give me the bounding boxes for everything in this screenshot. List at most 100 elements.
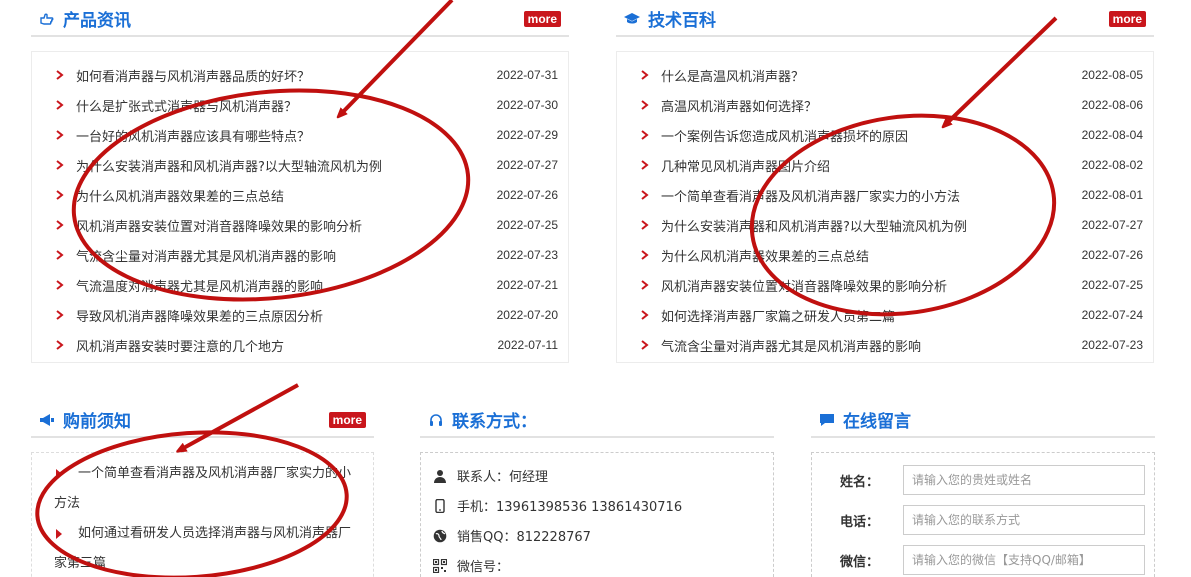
list-item[interactable]: 为什么安装消声器和风机消声器?以大型轴流风机为例 2022-07-27 — [617, 215, 1153, 235]
list-item-date: 2022-08-06 — [1081, 98, 1143, 112]
contact-qq[interactable]: 销售QQ：812228767 — [457, 526, 591, 545]
list-item-date: 2022-07-26 — [1081, 248, 1143, 262]
triangle-right-icon — [56, 469, 62, 479]
notice-item-text: 如何通过看研发人员选择消声器与风机消声器厂家第三篇 — [54, 526, 352, 571]
message-title-text: 在线留言 — [843, 412, 911, 432]
list-item[interactable]: 气流温度对消声器尤其是风机消声器的影响 2022-07-21 — [32, 275, 568, 295]
contact-title: 联系方式： — [428, 407, 537, 432]
list-item[interactable]: 一台好的风机消声器应该具有哪些特点？ 2022-07-29 — [32, 125, 568, 145]
list-item-title: 如何选择消声器厂家篇之研发人员第二篇 — [661, 309, 896, 325]
chevron-right-icon — [56, 100, 64, 110]
chevron-right-icon — [641, 310, 649, 320]
wechat-label: 微信： — [840, 555, 880, 570]
list-item-date: 2022-07-27 — [1081, 218, 1143, 232]
message-header: 在线留言 — [811, 401, 1155, 438]
list-item[interactable]: 风机消声器安装时要注意的几个地方 2022-07-11 — [32, 335, 568, 355]
contact-title-text: 联系方式： — [452, 412, 537, 432]
purchase-notice-more-button[interactable]: more — [328, 412, 366, 428]
chevron-right-icon — [56, 340, 64, 350]
list-item-title: 气流含尘量对消声器尤其是风机消声器的影响 — [661, 339, 922, 355]
chevron-right-icon — [56, 130, 64, 140]
notice-item[interactable]: 一个简单查看消声器及风机消声器厂家实力的小方法 — [54, 459, 363, 519]
globe-icon — [433, 529, 447, 542]
chevron-right-icon — [641, 340, 649, 350]
list-item-date: 2022-07-29 — [496, 128, 558, 142]
chevron-right-icon — [641, 70, 649, 80]
list-item-title: 什么是扩张式式消声器与风机消声器？ — [76, 99, 298, 115]
product-news-more-button[interactable]: more — [523, 11, 561, 27]
list-item[interactable]: 如何看消声器与风机消声器品质的好坏？ 2022-07-31 — [32, 65, 568, 85]
list-item-title: 如何看消声器与风机消声器品质的好坏？ — [76, 69, 311, 85]
wechat-input[interactable] — [903, 545, 1145, 575]
purchase-notice-title: 购前须知 — [39, 407, 131, 432]
phone-input[interactable] — [903, 505, 1145, 535]
list-item[interactable]: 如何选择消声器厂家篇之研发人员第二篇 2022-07-24 — [617, 305, 1153, 325]
list-item[interactable]: 为什么风机消声器效果差的三点总结 2022-07-26 — [32, 185, 568, 205]
contact-wechat: 微信号： — [457, 560, 510, 575]
notice-item[interactable]: 如何通过看研发人员选择消声器与风机消声器厂家第三篇 — [54, 519, 363, 577]
list-item[interactable]: 气流含尘量对消声器尤其是风机消声器的影响 2022-07-23 — [617, 335, 1153, 355]
list-item-title: 什么是高温风机消声器？ — [661, 69, 805, 85]
list-item[interactable]: 一个案例告诉您造成风机消声器损坏的原因 2022-08-04 — [617, 125, 1153, 145]
list-item[interactable]: 几种常见风机消声器图片介绍 2022-08-02 — [617, 155, 1153, 175]
list-item[interactable]: 导致风机消声器降噪效果差的三点原因分析 2022-07-20 — [32, 305, 568, 325]
chevron-right-icon — [56, 310, 64, 320]
list-item-date: 2022-07-24 — [1081, 308, 1143, 322]
list-item-title: 为什么风机消声器效果差的三点总结 — [76, 189, 285, 205]
chevron-right-icon — [56, 160, 64, 170]
chevron-right-icon — [56, 70, 64, 80]
chevron-right-icon — [641, 220, 649, 230]
list-item-date: 2022-08-04 — [1081, 128, 1143, 142]
list-item-date: 2022-07-25 — [496, 218, 558, 232]
list-item-title: 导致风机消声器降噪效果差的三点原因分析 — [76, 309, 324, 325]
purchase-notice-panel: 购前须知 more — [31, 401, 374, 438]
tech-wiki-more-button[interactable]: more — [1108, 11, 1146, 27]
comment-icon — [820, 413, 834, 426]
list-item-title: 为什么安装消声器和风机消声器?以大型轴流风机为例 — [661, 219, 967, 235]
purchase-notice-list-box: 一个简单查看消声器及风机消声器厂家实力的小方法 如何通过看研发人员选择消声器与风… — [31, 452, 374, 577]
name-label: 姓名： — [840, 475, 880, 490]
list-item[interactable]: 什么是高温风机消声器？ 2022-08-05 — [617, 65, 1153, 85]
tech-wiki-panel: 技术百科 more — [616, 0, 1154, 37]
list-item[interactable]: 高温风机消声器如何选择？ 2022-08-06 — [617, 95, 1153, 115]
contact-person: 联系人：何经理 — [457, 470, 549, 485]
list-item-date: 2022-07-11 — [497, 338, 559, 352]
phone-label: 电话： — [840, 515, 880, 530]
contact-wechat-row: 微信号： — [433, 556, 509, 575]
list-item-title: 风机消声器安装位置对消音器降噪效果的影响分析 — [76, 219, 363, 235]
list-item-date: 2022-07-21 — [496, 278, 558, 292]
message-form: 姓名： 电话： 微信： — [811, 452, 1155, 577]
contact-qq-row: 销售QQ：812228767 — [433, 526, 591, 545]
list-item-date: 2022-08-05 — [1081, 68, 1143, 82]
chevron-right-icon — [56, 220, 64, 230]
name-input[interactable] — [903, 465, 1145, 495]
list-item[interactable]: 为什么风机消声器效果差的三点总结 2022-07-26 — [617, 245, 1153, 265]
list-item[interactable]: 什么是扩张式式消声器与风机消声器？ 2022-07-30 — [32, 95, 568, 115]
list-item[interactable]: 风机消声器安装位置对消音器降噪效果的影响分析 2022-07-25 — [617, 275, 1153, 295]
purchase-notice-title-text: 购前须知 — [63, 412, 131, 432]
list-item-date: 2022-07-23 — [1081, 338, 1143, 352]
chevron-right-icon — [56, 190, 64, 200]
contact-person-row: 联系人：何经理 — [433, 466, 548, 485]
list-item-date: 2022-07-23 — [496, 248, 558, 262]
list-item[interactable]: 为什么安装消声器和风机消声器?以大型轴流风机为例 2022-07-27 — [32, 155, 568, 175]
chevron-right-icon — [641, 190, 649, 200]
contact-header: 联系方式： — [420, 401, 774, 438]
list-item[interactable]: 风机消声器安装位置对消音器降噪效果的影响分析 2022-07-25 — [32, 215, 568, 235]
contact-phone[interactable]: 手机：13961398536 13861430716 — [457, 496, 682, 515]
mobile-phone-icon — [435, 498, 445, 513]
list-item-title: 高温风机消声器如何选择？ — [661, 99, 818, 115]
product-news-list-box: 如何看消声器与风机消声器品质的好坏？ 2022-07-31 什么是扩张式式消声器与风… — [31, 51, 569, 363]
list-item[interactable]: 一个简单查看消声器及风机消声器厂家实力的小方法 2022-08-01 — [617, 185, 1153, 205]
list-item-title: 气流温度对消声器尤其是风机消声器的影响 — [76, 279, 324, 295]
product-news-title-text: 产品资讯 — [63, 11, 131, 31]
list-item-title: 一个案例告诉您造成风机消声器损坏的原因 — [661, 129, 909, 145]
triangle-right-icon — [56, 529, 62, 539]
qrcode-icon — [433, 558, 447, 573]
chevron-right-icon — [56, 250, 64, 260]
notice-item-text: 一个简单查看消声器及风机消声器厂家实力的小方法 — [54, 466, 352, 511]
tech-wiki-title: 技术百科 — [624, 6, 716, 31]
purchase-notice-header: 购前须知 more — [31, 401, 374, 438]
hand-pointer-icon — [40, 13, 54, 25]
list-item[interactable]: 气流含尘量对消声器尤其是风机消声器的影响 2022-07-23 — [32, 245, 568, 265]
